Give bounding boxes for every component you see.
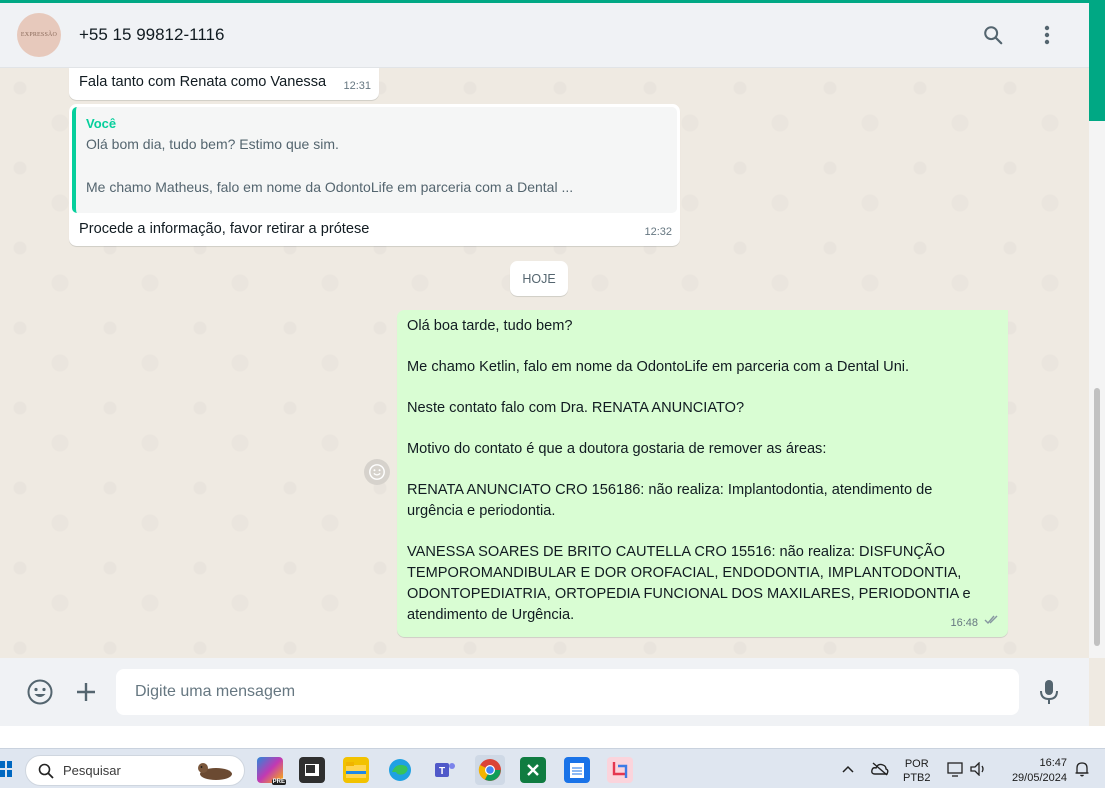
message-text: urgência e periodontia.	[407, 503, 556, 519]
message-text: VANESSA SOARES DE BRITO CAUTELLA CRO 155…	[407, 544, 946, 560]
snipping-tool-icon[interactable]	[607, 757, 633, 783]
window-bottom-gap	[0, 726, 1105, 748]
chat-area[interactable]: Fala tanto com Renata como Vanessa 12:31…	[0, 68, 1089, 658]
quoted-message[interactable]: Você Olá bom dia, tudo bem? Estimo que s…	[72, 107, 677, 213]
quote-line: Olá bom dia, tudo bem? Estimo que sim.	[86, 136, 339, 152]
contact-name[interactable]: +55 15 99812-1116	[79, 25, 224, 45]
message-text: Procede a informação, favor retirar a pr…	[79, 221, 370, 237]
system-clock[interactable]: 16:47 29/05/2024	[1005, 756, 1067, 786]
microphone-icon[interactable]	[1035, 678, 1063, 706]
chevron-up-icon[interactable]	[842, 749, 854, 788]
keyboard-layout: PTB2	[903, 772, 931, 784]
taskbar-search[interactable]: Pesquisar	[25, 755, 245, 786]
message-text: Olá boa tarde, tudo bem?	[407, 318, 573, 334]
notepad-icon[interactable]	[564, 757, 590, 783]
notification-bell-icon[interactable]	[1074, 749, 1090, 788]
double-check-icon	[984, 611, 1000, 632]
incoming-reply-message[interactable]: Você Olá bom dia, tudo bem? Estimo que s…	[69, 104, 680, 246]
message-text: Motivo do contato é que a doutora gostar…	[407, 441, 827, 457]
chrome-icon[interactable]	[475, 755, 505, 785]
clock-date: 29/05/2024	[1011, 772, 1067, 784]
pre-badge: PRE	[271, 779, 286, 785]
message-text: Fala tanto com Renata como Vanessa	[79, 74, 327, 90]
windows-taskbar: Pesquisar PRE T POR PTB2 16:47 29/05/202…	[0, 748, 1105, 788]
search-icon	[38, 763, 54, 779]
incoming-message[interactable]: Fala tanto com Renata como Vanessa 12:31	[69, 68, 379, 100]
plus-icon[interactable]	[72, 678, 100, 706]
clock-time: 16:47	[1039, 757, 1067, 769]
message-text: RENATA ANUNCIATO CRO 156186: não realiza…	[407, 482, 933, 498]
copilot-icon[interactable]: PRE	[257, 757, 286, 785]
scrollbar-accent	[1089, 3, 1105, 121]
message-text: ODONTOPEDIATRIA, ORTOPEDIA FUNCIONAL DOS…	[407, 586, 971, 602]
avatar-logo-text: EXPRESSÃO	[20, 32, 58, 38]
svg-text:T: T	[439, 766, 445, 777]
chat-header: EXPRESSÃO +55 15 99812-1116	[0, 3, 1089, 68]
volume-icon[interactable]	[970, 749, 988, 788]
file-explorer-icon[interactable]	[343, 757, 369, 783]
message-input[interactable]	[116, 669, 1019, 715]
scrollbar-thumb[interactable]	[1094, 388, 1100, 646]
emoji-icon[interactable]	[26, 678, 54, 706]
reaction-emoji-icon[interactable]	[364, 459, 390, 485]
message-time: 12:31	[343, 80, 371, 92]
message-composer	[0, 658, 1089, 726]
cloud-offline-icon[interactable]	[871, 749, 889, 788]
date-divider: HOJE	[510, 261, 568, 296]
excel-icon[interactable]	[520, 757, 546, 783]
avatar[interactable]: EXPRESSÃO	[17, 13, 61, 57]
network-icon[interactable]	[947, 749, 965, 788]
otter-icon	[198, 763, 232, 780]
quote-author: Você	[86, 116, 117, 131]
message-time: 12:32	[644, 226, 672, 238]
terminal-icon[interactable]	[299, 757, 325, 783]
input-language[interactable]: POR PTB2	[903, 757, 931, 785]
search-icon[interactable]	[981, 23, 1005, 47]
quote-line: Me chamo Matheus, falo em nome da Odonto…	[86, 179, 574, 195]
windows-start-icon[interactable]	[0, 761, 12, 777]
teams-icon[interactable]: T	[432, 757, 458, 783]
search-label: Pesquisar	[63, 763, 121, 778]
message-text: Neste contato falo com Dra. RENATA ANUNC…	[407, 400, 745, 416]
message-text: TEMPOROMANDIBULAR E DOR OROFACIAL, ENDOD…	[407, 565, 962, 581]
vertical-dots-icon[interactable]	[1035, 23, 1059, 47]
message-time: 16:48	[950, 617, 978, 629]
message-text: atendimento de Urgência.	[407, 607, 575, 623]
message-text: Me chamo Ketlin, falo em nome da OdontoL…	[407, 359, 910, 375]
edge-icon[interactable]	[387, 757, 413, 783]
lang-code: POR	[904, 758, 929, 770]
outgoing-message[interactable]: Olá boa tarde, tudo bem? Me chamo Ketlin…	[397, 310, 1008, 637]
